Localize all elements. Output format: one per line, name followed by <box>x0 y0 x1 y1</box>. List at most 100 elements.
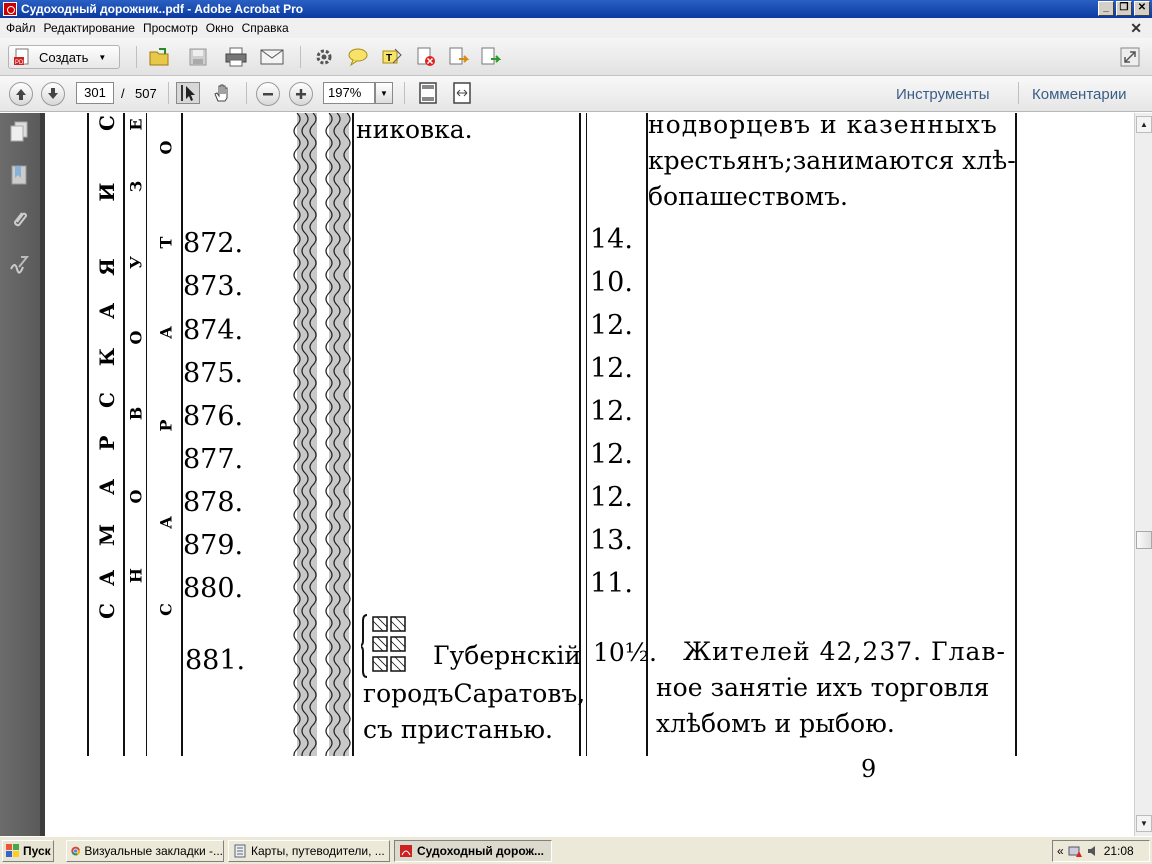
entry-distance: 12. <box>590 310 633 341</box>
menu-edit[interactable]: Редактирование <box>42 21 141 35</box>
vertical-heading-letter: С <box>156 603 176 616</box>
create-button[interactable]: PDF Создать ▼ <box>8 45 120 69</box>
page-number-input[interactable]: 301 <box>76 82 114 104</box>
entry-distance: 11. <box>590 568 633 599</box>
entry-distance: 14. <box>590 224 633 255</box>
start-button[interactable]: Пуск <box>2 840 54 862</box>
extract-page-icon[interactable] <box>446 46 470 68</box>
restore-button[interactable]: ❐ <box>1116 1 1132 16</box>
vertical-heading-letter: И <box>95 182 119 202</box>
minimize-button[interactable]: _ <box>1098 1 1114 16</box>
vertical-scrollbar[interactable]: ▲ ▼ <box>1134 113 1152 836</box>
place-line: городъСаратовъ, <box>363 679 586 708</box>
zoom-dropdown-icon[interactable]: ▼ <box>375 82 393 104</box>
toolbar-divider <box>1018 82 1019 104</box>
zoom-input[interactable]: 197% <box>323 82 375 104</box>
signatures-icon[interactable] <box>8 253 30 275</box>
fit-page-icon[interactable] <box>416 82 440 104</box>
entry-distance: 12. <box>590 439 633 470</box>
comment-icon[interactable] <box>346 46 370 68</box>
entry-distance: 12. <box>590 396 633 427</box>
table-line <box>146 113 147 756</box>
network-warning-icon[interactable] <box>1068 844 1082 858</box>
page-number: 9 <box>861 755 877 783</box>
email-icon[interactable] <box>260 46 284 68</box>
description-line: ное занятіе ихъ торговля <box>656 673 990 702</box>
description-line: бопашествомъ. <box>648 182 848 211</box>
taskbar-item-label: Судоходный дорож... <box>417 844 545 858</box>
title-bar: Судоходный дорожник..pdf - Adobe Acrobat… <box>0 0 1152 18</box>
entry-number: 880. <box>183 573 244 604</box>
export-page-icon[interactable] <box>478 46 502 68</box>
fit-width-icon[interactable] <box>450 82 474 104</box>
taskbar-item-acrobat[interactable]: Судоходный дорож... <box>394 840 552 862</box>
description-line: хлѣбомъ и рыбою. <box>656 709 895 738</box>
vertical-heading-letter: А <box>156 325 176 340</box>
entry-distance: 13. <box>590 525 633 556</box>
vertical-heading-letter: Т <box>156 236 176 249</box>
toolbar-divider <box>136 46 137 68</box>
create-label: Создать <box>39 49 89 65</box>
print-icon[interactable] <box>224 46 248 68</box>
open-folder-icon[interactable] <box>148 46 172 68</box>
close-button[interactable]: ✕ <box>1134 1 1150 16</box>
menu-help[interactable]: Справка <box>240 21 295 35</box>
vertical-heading-letter: О <box>156 140 176 155</box>
previous-page-icon[interactable] <box>9 82 33 106</box>
tray-expand-icon[interactable]: « <box>1057 844 1064 858</box>
entry-number: 874. <box>183 315 244 346</box>
window-title: Судоходный дорожник..pdf - Adobe Acrobat… <box>21 2 304 16</box>
taskbar: Пуск Визуальные закладки -... Карты, пут… <box>0 836 1152 864</box>
menu-view[interactable]: Просмотр <box>141 21 204 35</box>
volume-icon[interactable] <box>1086 844 1100 858</box>
river-illustration <box>293 113 351 756</box>
attachments-icon[interactable] <box>8 209 30 231</box>
scroll-up-icon[interactable]: ▲ <box>1136 116 1152 133</box>
vertical-heading-letter: Р <box>156 419 176 432</box>
menu-window[interactable]: Окно <box>204 21 240 35</box>
windows-logo-icon <box>6 844 19 857</box>
hand-tool-icon[interactable] <box>210 82 234 104</box>
main-toolbar: PDF Создать ▼ T <box>0 38 1152 76</box>
chrome-icon <box>71 846 81 856</box>
city-map-symbol-icon <box>361 614 406 678</box>
vertical-heading-letter: С <box>95 115 119 131</box>
zoom-out-icon[interactable] <box>256 82 280 106</box>
delete-page-icon[interactable] <box>414 46 438 68</box>
table-line <box>123 113 125 756</box>
total-pages: 507 <box>135 86 157 101</box>
save-icon[interactable] <box>186 46 210 68</box>
select-tool-icon[interactable] <box>176 82 200 104</box>
vertical-heading-letter: З <box>126 180 146 193</box>
acrobat-icon <box>3 2 17 16</box>
next-page-icon[interactable] <box>41 82 65 106</box>
tools-pane-link[interactable]: Инструменты <box>896 86 990 103</box>
entry-distance: 10½. <box>593 638 657 667</box>
entry-number: 876. <box>183 401 244 432</box>
table-line <box>1015 113 1017 756</box>
entry-number: 879. <box>183 530 244 561</box>
vertical-heading-letter: Я <box>95 258 119 276</box>
entry-number: 873. <box>183 271 244 302</box>
gear-icon[interactable] <box>312 46 336 68</box>
vertical-heading-letter: С <box>95 603 119 619</box>
vertical-heading-letter: Е <box>126 118 146 131</box>
entry-distance: 12. <box>590 353 633 384</box>
entry-number: 878. <box>183 487 244 518</box>
taskbar-item-browser[interactable]: Визуальные закладки -... <box>66 840 224 862</box>
zoom-in-icon[interactable] <box>289 82 313 106</box>
expand-view-icon[interactable] <box>1118 46 1142 68</box>
table-line <box>586 113 587 756</box>
acrobat-icon <box>400 845 412 857</box>
scroll-thumb[interactable] <box>1136 531 1152 549</box>
menu-file[interactable]: Файл <box>4 21 42 35</box>
page-thumbnails-icon[interactable] <box>8 121 30 143</box>
comments-pane-link[interactable]: Комментарии <box>1032 86 1126 103</box>
highlight-text-icon[interactable]: T <box>380 46 404 68</box>
vertical-heading-letter: М <box>95 523 119 547</box>
bookmarks-icon[interactable] <box>8 165 30 187</box>
taskbar-item-folder[interactable]: Карты, путеводители, ... <box>228 840 390 862</box>
scroll-down-icon[interactable]: ▼ <box>1136 815 1152 832</box>
toolbar-divider <box>404 82 405 104</box>
close-document-icon[interactable]: ✕ <box>1130 20 1142 37</box>
